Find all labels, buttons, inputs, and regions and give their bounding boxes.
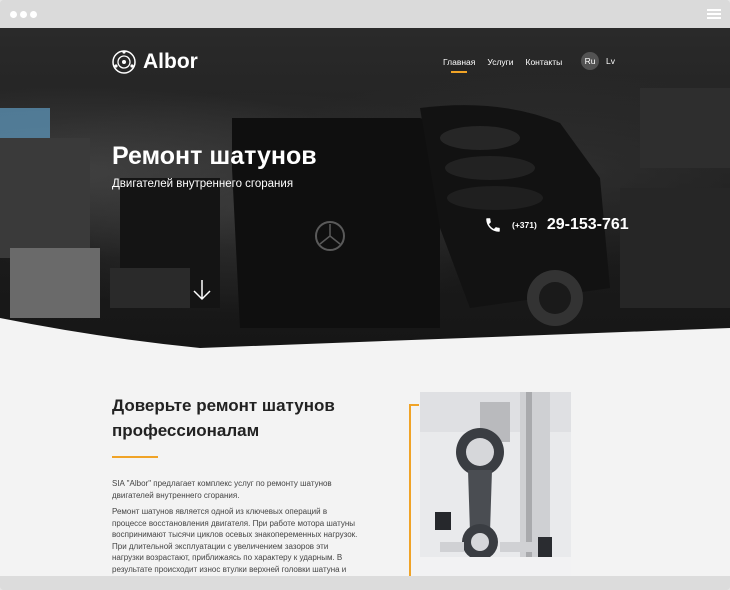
hamburger-icon[interactable] <box>707 9 721 20</box>
nav-item-home[interactable]: Главная <box>443 57 475 73</box>
hero-section: Albor Главная Услуги Контакты Ru Lv Ремо… <box>0 28 730 348</box>
hero-title: Ремонт шатунов <box>112 142 317 170</box>
browser-bottom-bar <box>0 576 730 590</box>
connecting-rod-photo <box>420 392 571 576</box>
phone-code: (+371) <box>512 220 537 230</box>
lang-lv[interactable]: Lv <box>606 56 615 66</box>
phone-icon <box>486 218 500 232</box>
phone-number: 29-153-761 <box>546 216 629 233</box>
title-underline <box>112 456 158 458</box>
language-switcher: Ru Lv <box>581 52 615 70</box>
browser-window: Albor Главная Услуги Контакты Ru Lv Ремо… <box>0 0 730 590</box>
brand-name: Albor <box>143 50 198 73</box>
nav-item-contacts[interactable]: Контакты <box>526 57 563 73</box>
window-dot <box>10 11 17 18</box>
main-nav: Главная Услуги Контакты <box>443 57 562 73</box>
hero-bottom-shape <box>0 318 730 348</box>
logo-icon <box>112 50 136 74</box>
window-dot <box>20 11 27 18</box>
nav-item-services[interactable]: Услуги <box>487 57 513 73</box>
page: Albor Главная Услуги Контакты Ru Lv Ремо… <box>0 28 730 576</box>
phone-contact[interactable]: (+371) 29-153-761 <box>484 216 629 234</box>
intro-paragraph: SIA "Albor" предлагает комплекс услуг по… <box>112 479 332 500</box>
lang-ru[interactable]: Ru <box>581 52 599 70</box>
window-dot <box>30 11 37 18</box>
hero-subtitle: Двигателей внутреннего сгорания <box>112 178 294 190</box>
photo-frame <box>409 404 419 576</box>
arrow-down-icon[interactable] <box>192 278 212 302</box>
logo[interactable]: Albor <box>111 49 198 75</box>
browser-chrome <box>0 0 730 28</box>
section-title: Доверьте ремонт шатунов профессионалам <box>112 396 335 440</box>
body-paragraph: Ремонт шатунов является одной из ключевы… <box>112 507 358 574</box>
